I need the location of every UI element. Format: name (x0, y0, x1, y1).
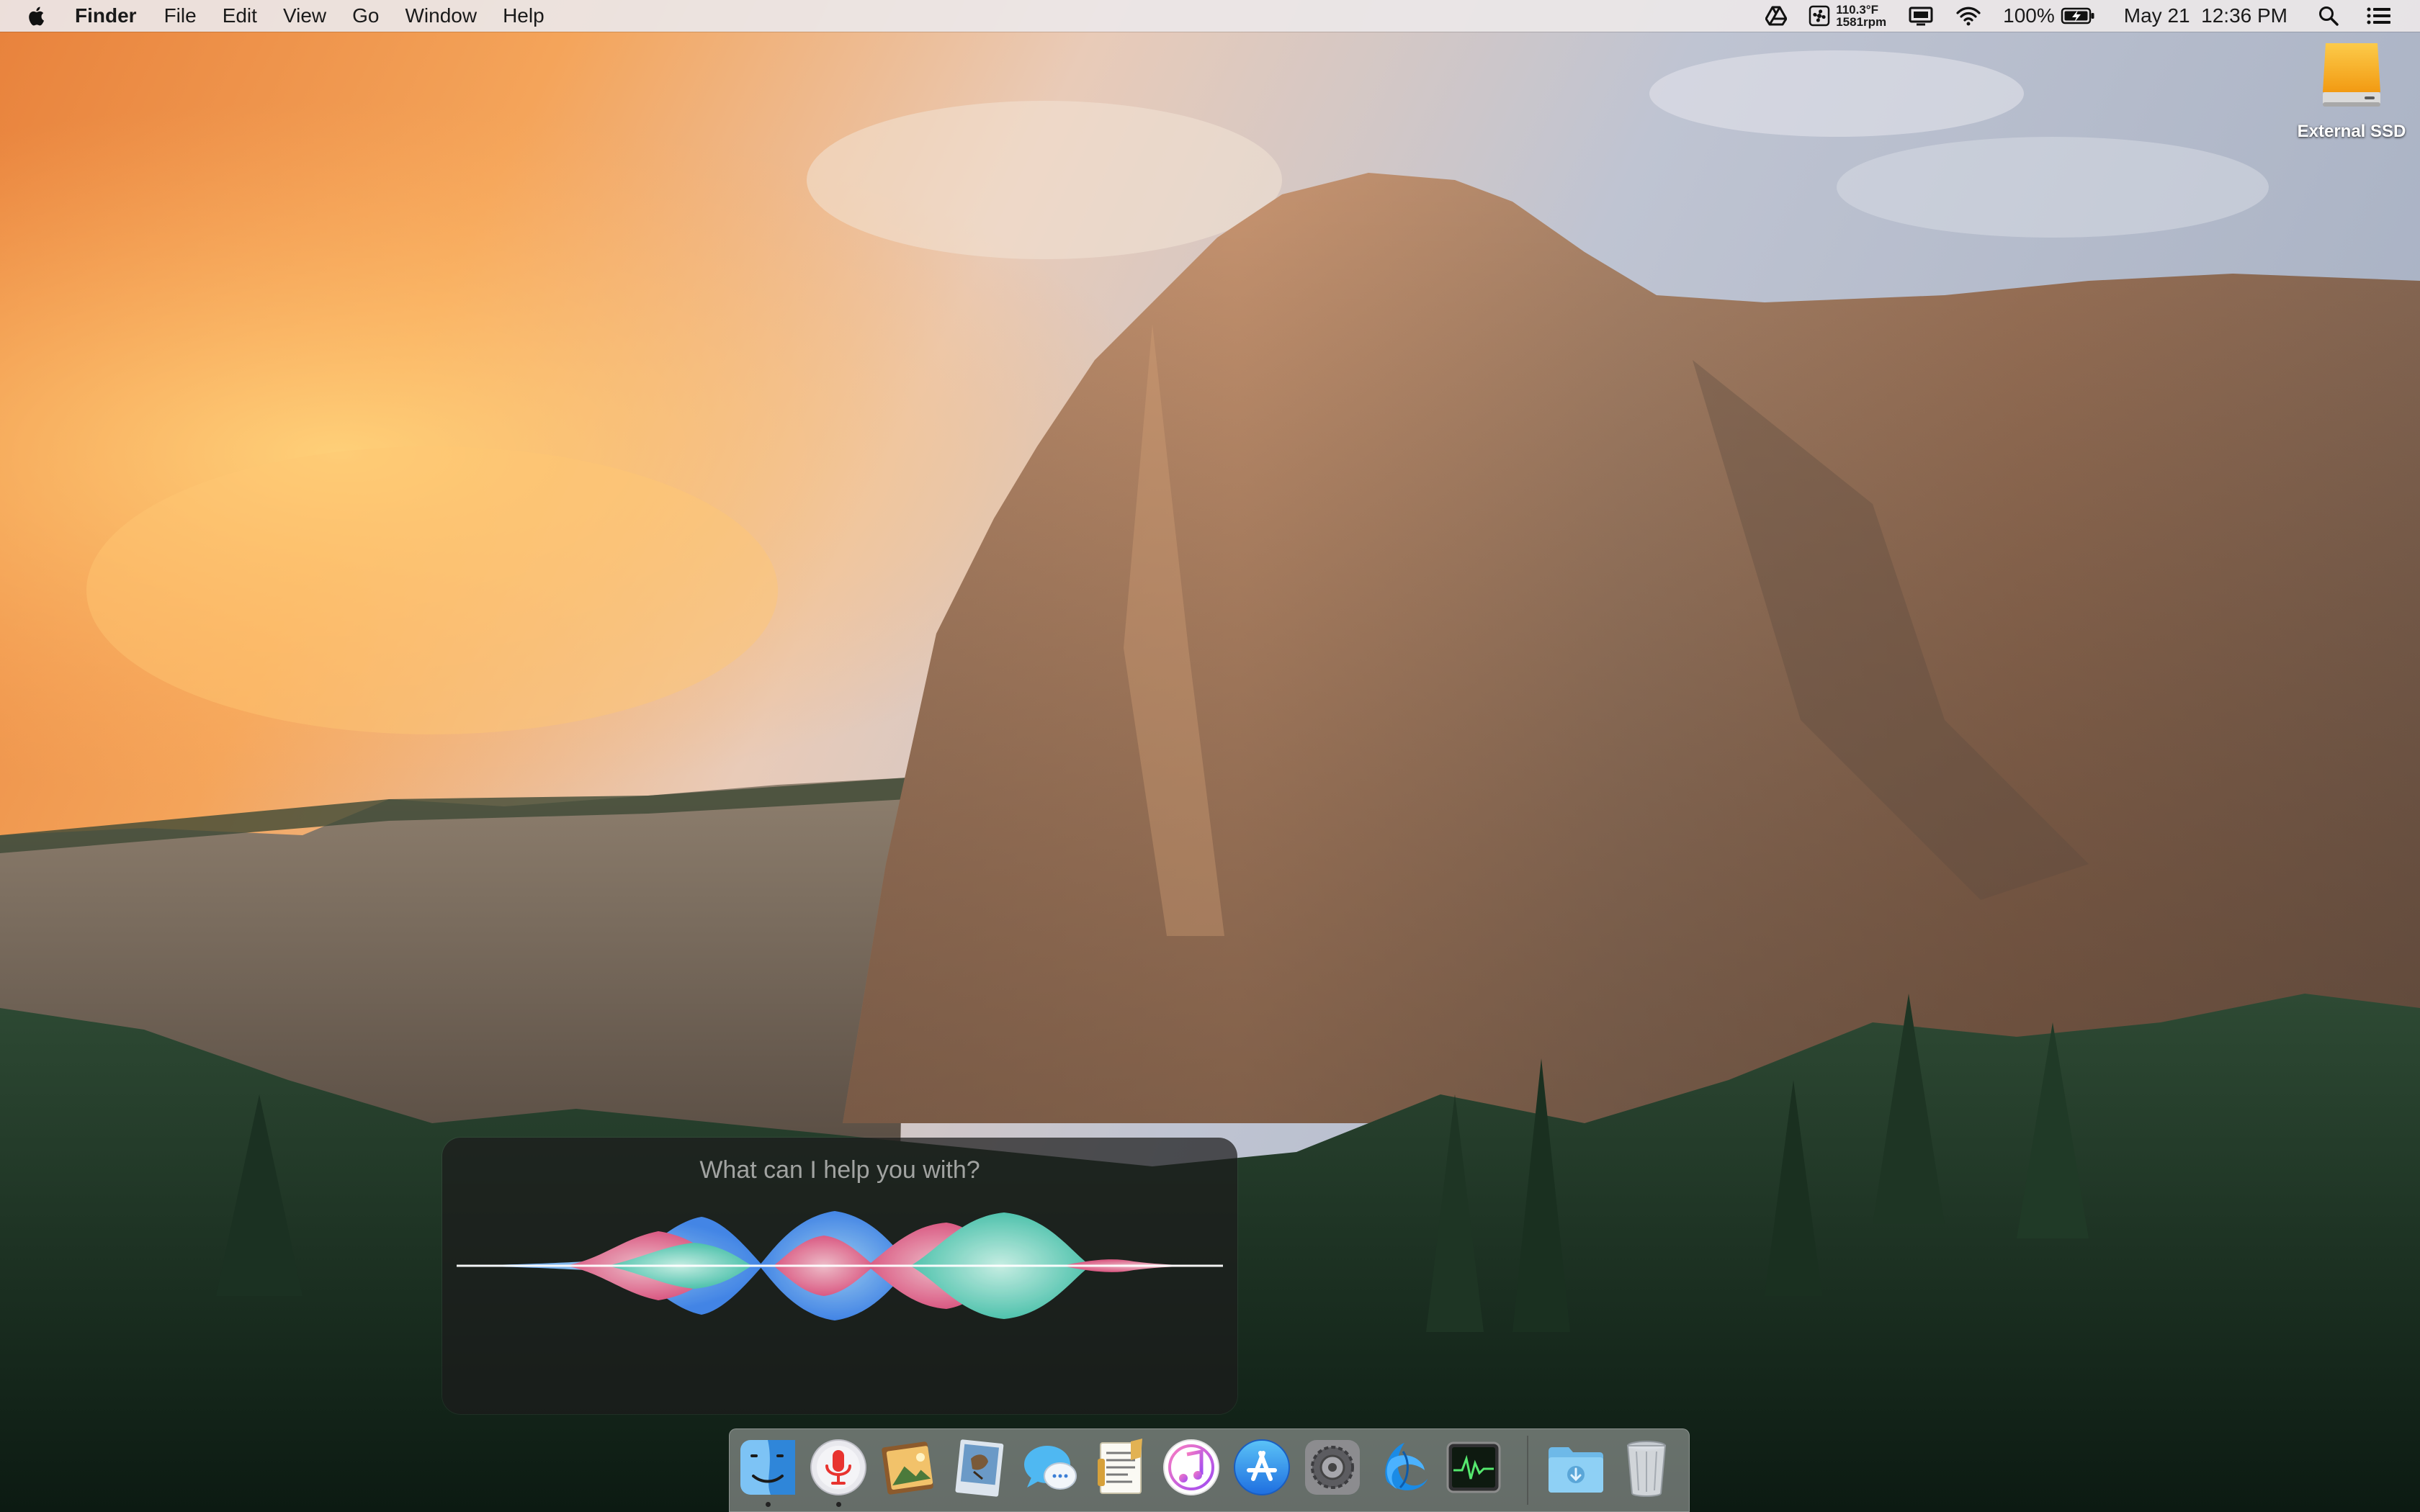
itunes-icon[interactable] (1161, 1437, 1222, 1498)
siri-panel[interactable]: What can I help you with? (442, 1138, 1237, 1414)
notification-center-icon[interactable] (2367, 0, 2391, 32)
downloads-folder-icon[interactable] (1546, 1437, 1606, 1498)
apple-menu-icon[interactable] (27, 4, 48, 27)
system-preferences-icon[interactable] (1302, 1437, 1363, 1498)
siri-prompt: What can I help you with? (699, 1156, 980, 1184)
dock-separator (1527, 1436, 1528, 1505)
photos-icon[interactable] (879, 1437, 939, 1498)
menu-window[interactable]: Window (405, 4, 477, 27)
finder-icon[interactable] (738, 1437, 798, 1498)
spotlight-search-icon[interactable] (2318, 0, 2339, 32)
fan-speed-readout: 1581rpm (1836, 15, 1887, 29)
external-drive-label: External SSD (2297, 122, 2406, 141)
menu-app-name[interactable]: Finder (75, 4, 137, 27)
temperature-readout: 110.3°F (1836, 3, 1878, 17)
menu-view[interactable]: View (283, 4, 326, 27)
siri-waveform (457, 1211, 1223, 1320)
date-time-clock[interactable]: May 21 12:36 PM (2124, 4, 2287, 27)
battle-net-icon[interactable] (1373, 1437, 1433, 1498)
menu-edit[interactable]: Edit (223, 4, 257, 27)
siri-icon[interactable] (808, 1437, 869, 1498)
menu-bar: Finder File Edit View Go Window Help 110… (0, 0, 2420, 32)
desktop-external-drive[interactable]: External SSD (2283, 40, 2420, 142)
battery-status[interactable]: 100% (2003, 0, 2095, 32)
textedit-icon[interactable] (1090, 1437, 1151, 1498)
mail-icon[interactable] (949, 1437, 1010, 1498)
display-mirroring-icon[interactable] (1908, 0, 1934, 32)
dock (729, 1428, 1690, 1512)
external-drive-icon (2323, 43, 2380, 107)
messages-icon[interactable] (1020, 1437, 1080, 1498)
siri-running-indicator (836, 1502, 841, 1507)
menu-file[interactable]: File (164, 4, 197, 27)
battery-charging-icon (2061, 7, 2094, 24)
menu-go[interactable]: Go (352, 4, 379, 27)
activity-monitor-icon[interactable] (1443, 1437, 1504, 1498)
trash-icon[interactable] (1616, 1437, 1677, 1498)
finder-running-indicator (766, 1502, 771, 1507)
fan-readout: 110.3°F 1581rpm (1836, 4, 1886, 28)
wifi-icon[interactable] (1955, 0, 1981, 32)
fan-monitor-icon[interactable]: 110.3°F 1581rpm (1809, 0, 1886, 32)
battery-percent: 100% (2003, 4, 2055, 27)
app-store-icon[interactable] (1232, 1437, 1292, 1498)
google-drive-icon[interactable] (1765, 0, 1788, 32)
menu-help[interactable]: Help (503, 4, 544, 27)
